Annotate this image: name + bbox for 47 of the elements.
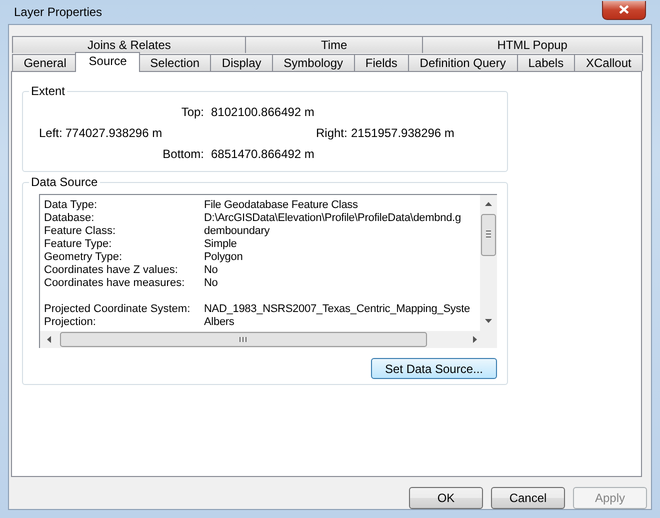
tab[interactable]: HTML Popup (422, 36, 644, 53)
tab[interactable]: Labels (516, 54, 576, 71)
tab[interactable]: Selection (138, 54, 212, 71)
property-label: Projection: (44, 316, 97, 329)
vertical-scrollbar[interactable] (480, 195, 497, 331)
field-value: 2151957.938296 m (350, 126, 456, 140)
property-label: Coordinates have measures: (44, 277, 186, 290)
set-data-source-button[interactable]: Set Data Source... (371, 358, 497, 379)
property-label: Geometry Type: (44, 251, 124, 264)
property-label: Data Type: (44, 199, 98, 212)
tab[interactable]: Display (210, 54, 273, 71)
horizontal-scrollbar[interactable] (40, 331, 480, 348)
tab[interactable]: Fields (354, 54, 410, 71)
tab[interactable]: Symbology (272, 54, 355, 71)
field-value: 6851470.866492 m (210, 146, 316, 160)
property-label: Database: (44, 212, 96, 225)
property-value: Simple (204, 238, 237, 251)
tab[interactable]: Definition Query (408, 54, 518, 71)
tab[interactable]: Time (245, 36, 423, 53)
property-value: No (204, 277, 218, 290)
tab[interactable]: Source (75, 52, 140, 72)
field-label: Bottom: (162, 146, 204, 160)
field-label: Left: (39, 126, 62, 140)
window-title: Layer Properties (14, 5, 102, 19)
property-value: File Geodatabase Feature Class (204, 199, 358, 212)
property-value: demboundary (204, 225, 270, 238)
dialog-button[interactable]: Cancel (491, 487, 565, 509)
group-title: Extent (29, 84, 68, 98)
group-title: Data Source (29, 175, 100, 189)
field-label: Right: (316, 126, 345, 140)
tab[interactable]: XCallout (574, 54, 644, 71)
property-value: NAD_1983_NSRS2007_Texas_Centric_Mapping_Syste (204, 303, 470, 316)
field-value: 8102100.866492 m (210, 104, 316, 118)
field-label: Top: (180, 104, 204, 118)
dialog-button[interactable]: OK (409, 487, 483, 509)
field-value: 774027.938296 m (65, 126, 162, 140)
property-value: Polygon (204, 251, 243, 264)
property-label: Projected Coordinate System: (44, 303, 192, 316)
property-value: No (204, 264, 218, 277)
property-label: Feature Class: (44, 225, 117, 238)
property-label: Coordinates have Z values: (44, 264, 179, 277)
property-value: D:\ArcGISData\Elevation\Profile\ProfileData\dembnd.g (204, 212, 461, 225)
property-value: Albers (204, 316, 234, 329)
close-button[interactable] (602, 0, 646, 20)
tab[interactable]: Joins & Relates (12, 36, 246, 53)
close-icon (619, 5, 629, 14)
property-label: Feature Type: (44, 238, 113, 251)
